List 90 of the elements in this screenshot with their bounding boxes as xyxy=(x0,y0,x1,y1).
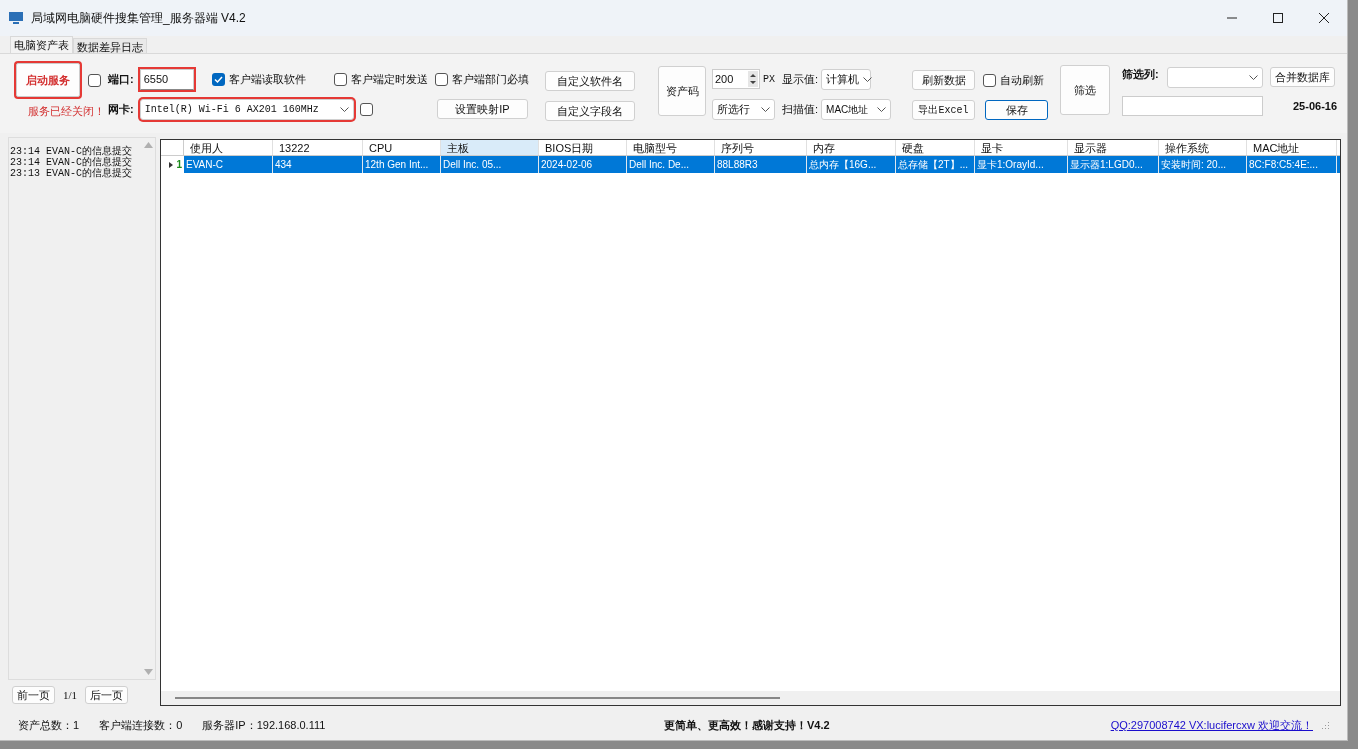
scroll-up-icon[interactable] xyxy=(143,142,153,148)
column-header[interactable]: 显示器 xyxy=(1068,140,1159,155)
maximize-icon xyxy=(1273,13,1283,23)
map-ip-button[interactable]: 设置映射IP xyxy=(437,99,528,119)
column-header[interactable]: 使用人 xyxy=(184,140,273,155)
column-header[interactable]: 主板 xyxy=(441,140,539,155)
asset-code-button[interactable]: 资产码 xyxy=(658,66,706,116)
status-text: 资产总数：1 xyxy=(18,717,80,733)
date-text: 25-06-16 xyxy=(1293,98,1338,114)
refresh-button[interactable]: 刷新数据 xyxy=(912,70,975,90)
column-header[interactable]: 内存 xyxy=(807,140,896,155)
merge-database-button[interactable]: 合并数据库 xyxy=(1270,67,1335,87)
close-icon xyxy=(1319,13,1329,23)
table-cell: EVAN-C xyxy=(184,156,273,173)
column-header[interactable]: MAC地址 xyxy=(1247,140,1337,155)
status-message: 更简单、更高效！感谢支持！V4.2 xyxy=(664,717,830,733)
contact-link[interactable]: QQ:297008742 VX:lucifercxw 欢迎交流！ xyxy=(1110,716,1313,734)
caret-icon xyxy=(1249,74,1258,80)
port-field[interactable]: 6550 xyxy=(139,68,194,90)
status-text: 服务器IP：192.168.0.111 xyxy=(202,717,326,733)
scrollbar-thumb[interactable] xyxy=(175,697,780,699)
filter-column-select[interactable] xyxy=(1167,66,1263,88)
page-indicator: 1/1 xyxy=(63,687,78,703)
current-row-icon xyxy=(169,161,174,168)
start-service-button[interactable]: 启动服务 xyxy=(16,63,80,97)
table-cell: 总内存【16G... xyxy=(807,156,896,173)
caret-icon xyxy=(863,76,873,82)
checkbox[interactable] xyxy=(333,72,347,86)
checkbox[interactable] xyxy=(88,73,101,87)
column-header[interactable]: 操作系统 xyxy=(1159,140,1247,155)
row-select[interactable]: 所选行 xyxy=(712,98,775,120)
save-button[interactable]: 保存 xyxy=(985,100,1048,120)
column-header[interactable]: 硬盘 xyxy=(896,140,975,155)
table-cell: 2024-02-06 xyxy=(539,156,627,173)
log-entry: 23:13 EVAN-C的信息提交 xyxy=(10,168,133,179)
row-number: 1 xyxy=(176,158,182,172)
app-icon xyxy=(9,12,23,24)
status-text: 服务已经关闭！ xyxy=(28,104,105,119)
column-header[interactable]: 13222 xyxy=(273,140,363,155)
export-button[interactable]: 导出Excel xyxy=(912,100,975,120)
table-cell: 8C:F8:C5:4E:... xyxy=(1247,156,1337,173)
checkbox[interactable] xyxy=(435,72,448,86)
table-cell: 安装时间: 20... xyxy=(1159,156,1247,173)
number-spinner[interactable]: 200 xyxy=(712,69,760,89)
log-entry: 23:14 EVAN-C的信息提交 xyxy=(10,157,133,168)
filter-column-label: 筛选列: xyxy=(1122,67,1160,82)
scan-value-label: 扫描值: xyxy=(782,101,819,117)
filter-field[interactable] xyxy=(1122,96,1263,116)
table-cell: 88L88R3 xyxy=(715,156,807,173)
table-cell: 显卡1:OrayId... xyxy=(975,156,1068,173)
display-value-label: 显示值: xyxy=(782,71,819,87)
table-cell: 显示器1:LGD0... xyxy=(1068,156,1159,173)
table-cell: 12th Gen Int... xyxy=(363,156,441,173)
table-cell: 总存储【2T】... xyxy=(896,156,975,173)
previous-page-button[interactable]: 前一页 xyxy=(12,686,55,704)
tab[interactable]: 数据差异日志 xyxy=(73,38,147,53)
option-label: 客户端部门必填 xyxy=(452,71,529,87)
network-card-label: 网卡: xyxy=(108,101,134,117)
scroll-down-icon[interactable] xyxy=(143,669,153,675)
table-cell: 434 xyxy=(273,156,363,173)
option-label: 自动刷新 xyxy=(1000,72,1044,88)
column-header[interactable]: 序列号 xyxy=(715,140,807,155)
display-value-select[interactable]: 计算机 xyxy=(821,68,872,90)
option-label: 客户端定时发送 xyxy=(350,71,428,87)
caret-icon xyxy=(877,106,887,112)
column-header[interactable]: 显卡 xyxy=(975,140,1068,155)
status-text: 客户端连接数：0 xyxy=(99,717,183,733)
checkbox[interactable] xyxy=(211,72,225,86)
option-label: 客户端读取软件 xyxy=(228,71,306,87)
scan-value-select[interactable]: MAC地址 xyxy=(821,98,892,120)
log-entry: 23:14 EVAN-C的信息提交 xyxy=(10,146,133,157)
caret-icon xyxy=(339,106,349,112)
checkbox[interactable] xyxy=(983,73,996,87)
column-header[interactable]: 电脑型号 xyxy=(627,140,715,155)
checkbox[interactable] xyxy=(359,102,373,116)
resize-grip-icon[interactable] xyxy=(1321,721,1329,729)
window-title: 局域网电脑硬件搜集管理_服务器端 V4.2 xyxy=(31,10,246,27)
tab[interactable]: 电脑资产表 xyxy=(10,36,73,53)
port-label: 端口: xyxy=(108,71,134,87)
filter-button[interactable]: 筛选 xyxy=(1060,65,1110,115)
unit-label: PX xyxy=(763,72,775,87)
caret-icon xyxy=(761,106,770,112)
column-header[interactable]: BIOS日期 xyxy=(539,140,627,155)
table-cell: Dell Inc. De... xyxy=(627,156,715,173)
custom-name-button[interactable]: 自定义软件名 xyxy=(545,71,635,91)
table-cell: Dell Inc. 05... xyxy=(441,156,539,173)
next-page-button[interactable]: 后一页 xyxy=(85,686,129,704)
custom-name-button[interactable]: 自定义字段名 xyxy=(545,101,635,121)
table-row[interactable]: 1 EVAN-C 434 12th Gen Int... Dell Inc. 05... 2024-02-06 Dell Inc. De... 88L88R3 总内存【16G... 总存储【2T】... 显卡1:OrayId... 显示器1:LGD0... 安装时间: 20... 8C:F8:C5:4E:... xyxy=(161,156,1340,173)
network-card-select[interactable]: Intel(R) Wi-Fi 6 AX201 160MHz xyxy=(139,98,354,120)
